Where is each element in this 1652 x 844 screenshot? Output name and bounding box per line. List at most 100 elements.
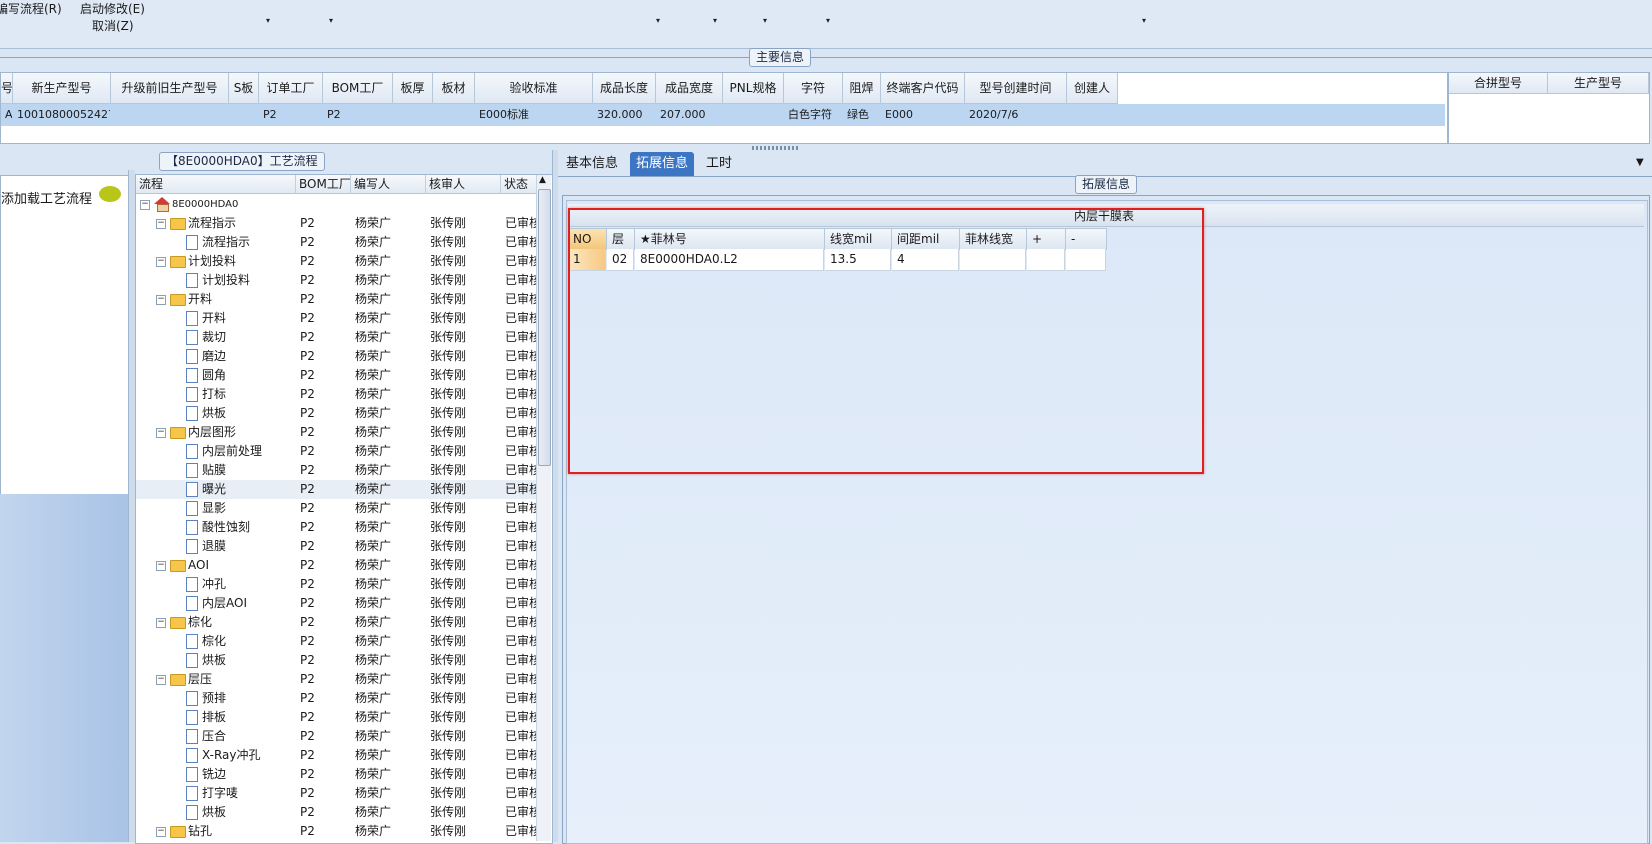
tree-node-label[interactable]: 压合 <box>202 727 292 746</box>
tree-node-label[interactable]: 打字唛 <box>202 784 292 803</box>
tree-row[interactable]: 贴膜 P2 杨荣广 张传刚 已审核 <box>136 461 536 480</box>
tree-node-label[interactable]: 圆角 <box>202 366 292 385</box>
col-header-process[interactable]: 流程 <box>136 175 296 194</box>
tree-row[interactable]: 圆角 P2 杨荣广 张传刚 已审核 <box>136 366 536 385</box>
tree-row[interactable]: 棕化 P2 杨荣广 张传刚 已审核 <box>136 632 536 651</box>
col-header[interactable]: 板厚 <box>393 73 433 104</box>
tree-row[interactable]: 烘板 P2 杨荣广 张传刚 已审核 <box>136 404 536 423</box>
tree-row[interactable]: 烘板 P2 杨荣广 张传刚 已审核 <box>136 651 536 670</box>
col-header[interactable]: 号 <box>1 73 13 104</box>
col-header-writer[interactable]: 编写人 <box>351 175 426 194</box>
tab-work-hours[interactable]: 工时 <box>700 152 738 176</box>
tree-row[interactable]: − AOI P2 杨荣广 张传刚 已审核 <box>136 556 536 575</box>
col-header[interactable]: S板 <box>229 73 259 104</box>
tree-node-label[interactable]: 曝光 <box>202 480 292 499</box>
tree-row[interactable]: 冲孔 P2 杨荣广 张传刚 已审核 <box>136 575 536 594</box>
tree-node-label[interactable]: 烘板 <box>202 404 292 423</box>
col-header[interactable]: 板材 <box>433 73 475 104</box>
collapse-toggle-icon[interactable]: − <box>156 561 166 571</box>
main-info-grid[interactable]: 号新生产型号 升级前旧生产型号 S板 订单工厂 BOM工厂 板厚 板材 验收标准 成品长度 成品宽… <box>0 72 1448 144</box>
tree-node-label[interactable]: 退膜 <box>202 537 292 556</box>
tree-row[interactable]: 预排 P2 杨荣广 张传刚 已审核 <box>136 689 536 708</box>
tree-node-label[interactable]: 开料 <box>202 309 292 328</box>
col-header[interactable]: 创建人 <box>1067 73 1118 104</box>
dropdown-arrow-icon[interactable]: ▾ <box>329 16 333 25</box>
process-tree[interactable]: 流程 BOM工厂 编写人 核审人 状态 −8E0000HDA0− 流程指示 P2 杨荣… <box>135 174 553 844</box>
tree-node-label[interactable]: 流程指示 <box>188 214 292 233</box>
col-header-production-model[interactable]: 生产型号 <box>1548 73 1649 94</box>
tree-node-label[interactable]: 烘板 <box>202 651 292 670</box>
add-process-label[interactable]: 添加载工艺流程 <box>1 188 92 207</box>
tree-row[interactable]: 酸性蚀刻 P2 杨荣广 张传刚 已审核 <box>136 518 536 537</box>
tree-node-label[interactable]: AOI <box>188 556 292 575</box>
tree-node-label[interactable]: 铣边 <box>202 765 292 784</box>
col-header[interactable]: 订单工厂 <box>259 73 323 104</box>
tree-node-label[interactable]: 烘板 <box>202 803 292 822</box>
tree-row[interactable]: 裁切 P2 杨荣广 张传刚 已审核 <box>136 328 536 347</box>
col-header-checker[interactable]: 核审人 <box>426 175 501 194</box>
tree-node-label[interactable]: 钻孔 <box>188 822 292 841</box>
tree-node-label[interactable]: 计划投料 <box>202 271 292 290</box>
collapse-toggle-icon[interactable]: − <box>156 618 166 628</box>
speech-bubble-icon[interactable] <box>99 186 121 202</box>
tree-row[interactable]: − 开料 P2 杨荣广 张传刚 已审核 <box>136 290 536 309</box>
tree-node-label[interactable]: 内层前处理 <box>202 442 292 461</box>
tree-node-label[interactable]: 棕化 <box>202 632 292 651</box>
tree-row[interactable]: 排板 P2 杨荣广 张传刚 已审核 <box>136 708 536 727</box>
menu-cancel[interactable]: 取消(Z) <box>92 17 134 34</box>
tree-row[interactable]: − 棕化 P2 杨荣广 张传刚 已审核 <box>136 613 536 632</box>
col-header-bom-factory[interactable]: BOM工厂 <box>296 175 351 194</box>
tree-row[interactable]: − 流程指示 P2 杨荣广 张传刚 已审核 <box>136 214 536 233</box>
tree-row[interactable]: 曝光 P2 杨荣广 张传刚 已审核 <box>136 480 536 499</box>
tree-node-label[interactable]: 计划投料 <box>188 252 292 271</box>
col-header[interactable]: 阻焊 <box>843 73 881 104</box>
tree-node-label[interactable]: 开料 <box>188 290 292 309</box>
tree-row[interactable]: 铣边 P2 杨荣广 张传刚 已审核 <box>136 765 536 784</box>
tree-node-label[interactable]: 磨边 <box>202 347 292 366</box>
tree-row[interactable]: − 计划投料 P2 杨荣广 张传刚 已审核 <box>136 252 536 271</box>
tree-row[interactable]: 打标 P2 杨荣广 张传刚 已审核 <box>136 385 536 404</box>
tree-node-label[interactable]: X-Ray冲孔 <box>202 746 292 765</box>
collapse-toggle-icon[interactable]: − <box>156 428 166 438</box>
tree-node-label[interactable]: 预排 <box>202 689 292 708</box>
menu-write-process[interactable]: 编写流程(R) <box>0 0 62 17</box>
tree-node-label[interactable]: 排板 <box>202 708 292 727</box>
tree-node-label[interactable]: 8E0000HDA0 <box>172 195 292 214</box>
tab-menu-arrow-icon[interactable]: ▼ <box>1636 157 1644 168</box>
tree-node-label[interactable]: 贴膜 <box>202 461 292 480</box>
scroll-up-icon[interactable]: ▲ <box>539 175 546 185</box>
tree-row[interactable]: 压合 P2 杨荣广 张传刚 已审核 <box>136 727 536 746</box>
tree-row[interactable]: 烘板 P2 杨荣广 张传刚 已审核 <box>136 803 536 822</box>
col-header[interactable]: 成品长度 <box>593 73 656 104</box>
vertical-scrollbar[interactable]: ▲ <box>536 175 551 841</box>
tree-node-label[interactable]: 裁切 <box>202 328 292 347</box>
collapse-toggle-icon[interactable]: − <box>156 257 166 267</box>
tree-row[interactable]: − 钻孔 P2 杨荣广 张传刚 已审核 <box>136 822 536 841</box>
tree-row[interactable]: − 8E0000HDA0 <box>136 195 536 214</box>
collapse-toggle-icon[interactable]: − <box>156 219 166 229</box>
collapse-toggle-icon[interactable]: − <box>156 295 166 305</box>
collapse-toggle-icon[interactable]: − <box>156 827 166 837</box>
tree-node-label[interactable]: 显影 <box>202 499 292 518</box>
tree-row[interactable]: 退膜 P2 杨荣广 张传刚 已审核 <box>136 537 536 556</box>
dropdown-arrow-icon[interactable]: ▾ <box>713 16 717 25</box>
col-header[interactable]: 升级前旧生产型号 <box>111 73 229 104</box>
col-header[interactable]: 成品宽度 <box>656 73 723 104</box>
col-header[interactable]: 验收标准 <box>475 73 593 104</box>
tree-row[interactable]: X-Ray冲孔 P2 杨荣广 张传刚 已审核 <box>136 746 536 765</box>
col-header[interactable]: 终端客户代码 <box>881 73 965 104</box>
tree-row[interactable]: 内层前处理 P2 杨荣广 张传刚 已审核 <box>136 442 536 461</box>
col-header-merged-model[interactable]: 合拼型号 <box>1449 73 1548 94</box>
dropdown-arrow-icon[interactable]: ▾ <box>763 16 767 25</box>
tree-row[interactable]: 流程指示 P2 杨荣广 张传刚 已审核 <box>136 233 536 252</box>
collapse-toggle-icon[interactable]: − <box>140 200 150 210</box>
tree-node-label[interactable]: 冲孔 <box>202 575 292 594</box>
tree-row[interactable]: 磨边 P2 杨荣广 张传刚 已审核 <box>136 347 536 366</box>
col-header[interactable]: 字符 <box>784 73 843 104</box>
left-splitter[interactable] <box>128 170 135 842</box>
menu-start-modify[interactable]: 启动修改(E) <box>80 0 145 17</box>
tree-node-label[interactable]: 打标 <box>202 385 292 404</box>
col-header[interactable]: BOM工厂 <box>323 73 393 104</box>
tree-row[interactable]: 打字唛 P2 杨荣广 张传刚 已审核 <box>136 784 536 803</box>
col-header[interactable]: 型号创建时间 <box>965 73 1067 104</box>
